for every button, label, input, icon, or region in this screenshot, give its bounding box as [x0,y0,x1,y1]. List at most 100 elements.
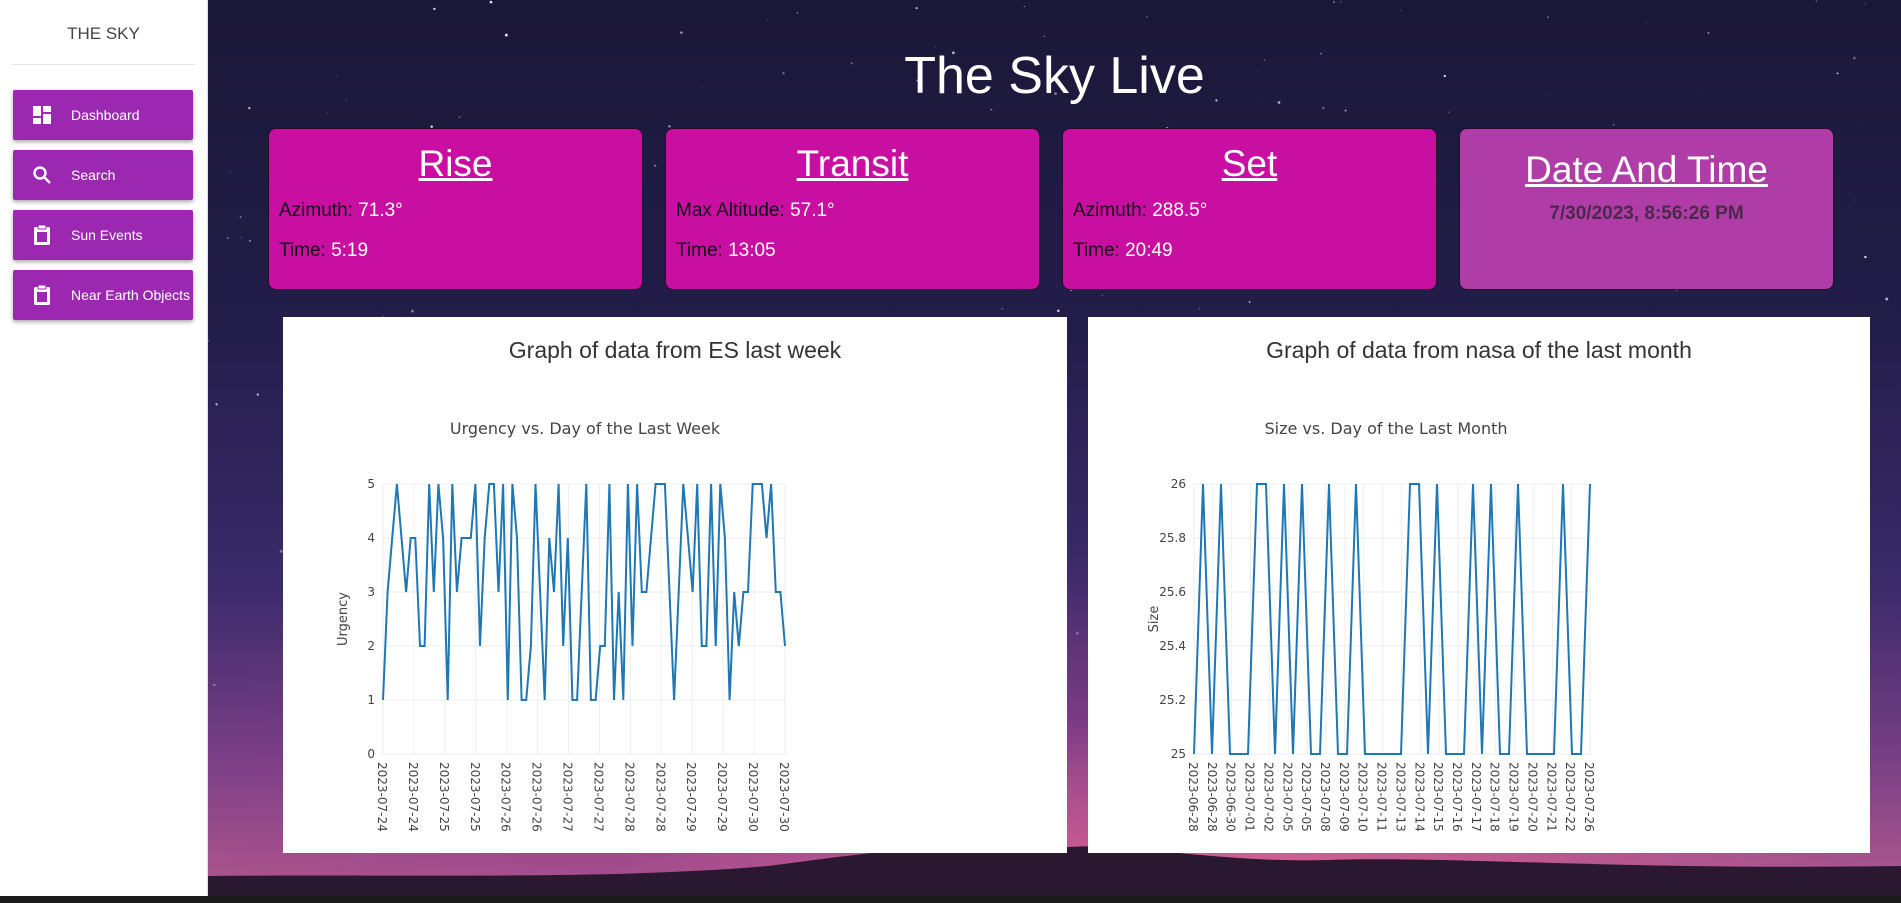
dashboard-icon [31,104,53,126]
y-tick-label: 25.4 [1159,639,1186,653]
star [1885,297,1889,301]
sidebar-item-label: Dashboard [71,107,140,123]
x-tick-label: 2023-07-05 [1280,762,1294,832]
star [208,340,210,342]
x-tick-label: 2023-07-10 [1356,762,1370,832]
star [1340,1,1342,3]
x-tick-label: 2023-07-19 [1507,762,1521,832]
star [1707,31,1710,35]
sidebar-item-near-earth-objects[interactable]: Near Earth Objects [13,270,193,320]
y-tick-label: 0 [367,747,375,761]
plot-title: Size vs. Day of the Last Month [1265,419,1508,438]
sidebar-item-label: Sun Events [71,227,143,243]
star [1315,5,1317,6]
x-tick-label: 2023-07-28 [653,762,667,832]
x-tick-label: 2023-07-14 [1412,762,1426,832]
x-tick-label: 2023-07-27 [561,762,575,832]
star [230,171,232,173]
star [1612,124,1615,126]
datetime-title: Date And Time [1525,149,1768,190]
star [680,31,683,34]
star [326,112,328,114]
star [990,108,993,111]
x-tick-label: 2023-07-29 [715,762,729,832]
star [1547,16,1550,19]
rise-azimuth-row: Azimuth: 71.3° [279,191,642,231]
y-tick-label: 25.2 [1159,693,1186,707]
star [653,164,657,167]
time-value: 13:05 [728,240,776,261]
brand-title: THE SKY [67,24,140,43]
star [411,309,414,313]
rise-time-row: Time: 5:19 [279,231,642,271]
x-tick-label: 2023-07-24 [375,762,389,832]
set-time-row: Time: 20:49 [1073,231,1436,271]
datetime-card: Date And Time 7/30/2023, 8:56:26 PM [1459,128,1834,290]
transit-title: Transit [796,143,909,184]
star [1146,16,1148,18]
time-label: Time: [1073,240,1120,261]
y-tick-label: 3 [367,585,375,599]
star [1400,9,1402,11]
star [1056,309,1060,313]
page-title: The Sky Live [904,47,1205,105]
star [1857,123,1859,125]
star [1448,111,1450,113]
sidebar-nav: Dashboard Search Sun Events Near Earth O… [13,90,193,330]
star [504,33,508,37]
sidebar-item-search[interactable]: Search [13,150,193,200]
altitude-value: 57.1° [790,200,835,221]
x-tick-label: 2023-07-27 [591,762,605,832]
sidebar-item-label: Near Earth Objects [71,287,191,303]
star [796,12,799,14]
star [248,106,251,110]
x-tick-label: 2023-07-02 [1261,762,1275,832]
set-azimuth-row: Azimuth: 288.5° [1073,191,1436,231]
star [1646,21,1647,23]
star [1101,294,1103,296]
sidebar-item-dashboard[interactable]: Dashboard [13,90,193,140]
azimuth-value: 288.5° [1152,200,1208,221]
clipboard-icon [31,224,53,246]
transit-card: Transit Max Altitude: 57.1° Time: 13:05 [665,128,1040,290]
star [1016,289,1018,291]
x-tick-label: 2023-07-01 [1243,762,1257,832]
series-line [1193,483,1591,755]
star [489,0,493,4]
star [1344,109,1347,112]
y-axis-label: Size [1147,606,1162,633]
urgency-chart[interactable]: Urgency vs. Day of the Last Week Urgency 2… [283,317,1067,853]
x-tick-label: 2023-06-28 [1205,762,1219,832]
y-tick-label: 25.6 [1159,585,1186,599]
x-tick-label: 2023-07-24 [406,762,420,832]
taskbar [0,896,1901,903]
star [1853,199,1855,201]
rise-title: Rise [418,143,493,184]
nasa-graph-panel: Graph of data from nasa of the last mont… [1088,317,1870,853]
x-tick-label: 2023-06-30 [1224,762,1238,832]
x-tick-label: 2023-07-08 [1318,762,1332,832]
divider [12,64,195,65]
star [1248,301,1251,303]
size-chart[interactable]: Size vs. Day of the Last Month Size 2023-0… [1088,317,1870,853]
main-content: The Sky Live Rise Azimuth: 71.3° Time: 5… [208,0,1901,896]
x-tick-label: 2023-07-13 [1393,762,1407,832]
star [915,7,918,10]
time-label: Time: [676,240,723,261]
x-tick-label: 2023-07-17 [1469,762,1483,832]
x-tick-label: 2023-07-30 [777,762,791,832]
x-tick-label: 2023-07-09 [1337,762,1351,832]
x-tick-label: 2023-07-26 [530,762,544,832]
es-graph-panel: Graph of data from ES last week Urgency … [283,317,1067,853]
x-tick-label: 2023-07-15 [1431,762,1445,832]
star [1322,106,1325,110]
y-axis-label: Urgency [336,592,351,646]
star [239,215,242,218]
x-tick-label: 2023-07-21 [1544,762,1558,832]
x-tick-label: 2023-07-30 [746,762,760,832]
y-tick-label: 25 [1171,747,1186,761]
y-tick-label: 26 [1171,477,1186,491]
altitude-label: Max Altitude: [676,200,785,221]
star [1023,6,1025,7]
sidebar-item-sun-events[interactable]: Sun Events [13,210,193,260]
